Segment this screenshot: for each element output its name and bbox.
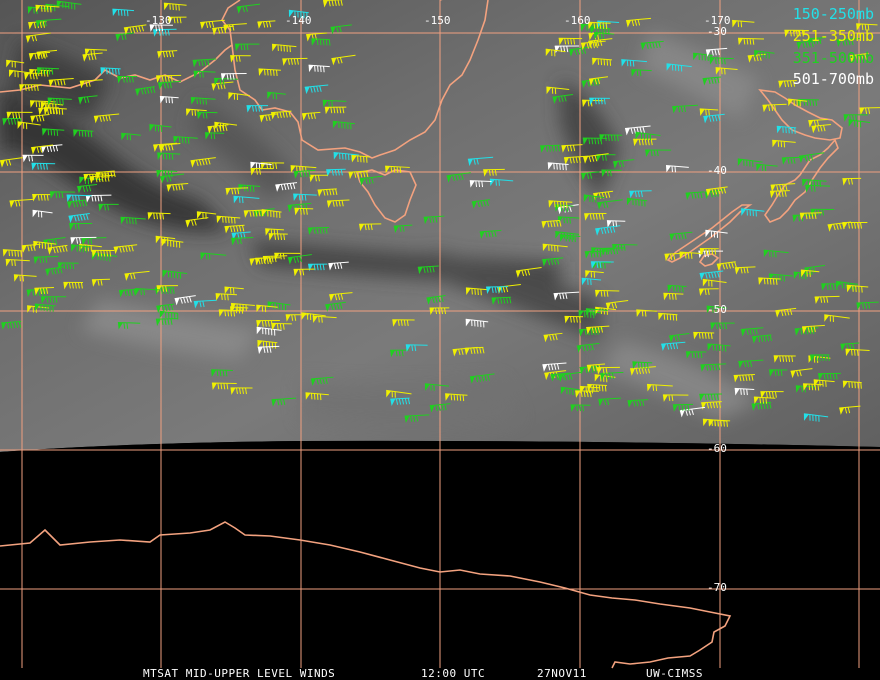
longitude-label: -130 xyxy=(145,14,172,27)
satellite-wind-map: -130 -140 -150 -160 -170 -30 -40 -50 -60 -70 150-… xyxy=(0,0,880,680)
legend-entry: 351-500mb xyxy=(793,49,874,67)
map-canvas: -130 -140 -150 -160 -170-30-40-50-60-70 150-… xyxy=(0,0,880,680)
legend-entry: 251-350mb xyxy=(793,27,874,45)
latitude-label: -50 xyxy=(707,303,727,316)
legend-entry: 150-250mb xyxy=(793,5,874,23)
latitude-label: -30 xyxy=(707,25,727,38)
product-name: MTSAT MID-UPPER LEVEL WINDS xyxy=(143,667,335,680)
latitude-label: -60 xyxy=(707,442,727,455)
observation-date: 27NOV11 xyxy=(537,667,587,680)
latitude-label: -70 xyxy=(707,581,727,594)
latitude-label: -40 xyxy=(707,164,727,177)
longitude-label: -150 xyxy=(424,14,451,27)
longitude-label: -140 xyxy=(285,14,312,27)
legend-entry: 501-700mb xyxy=(793,70,874,88)
longitude-label: -160 xyxy=(564,14,591,27)
data-source: UW-CIMSS xyxy=(646,667,703,680)
observation-time: 12:00 UTC xyxy=(421,667,485,680)
